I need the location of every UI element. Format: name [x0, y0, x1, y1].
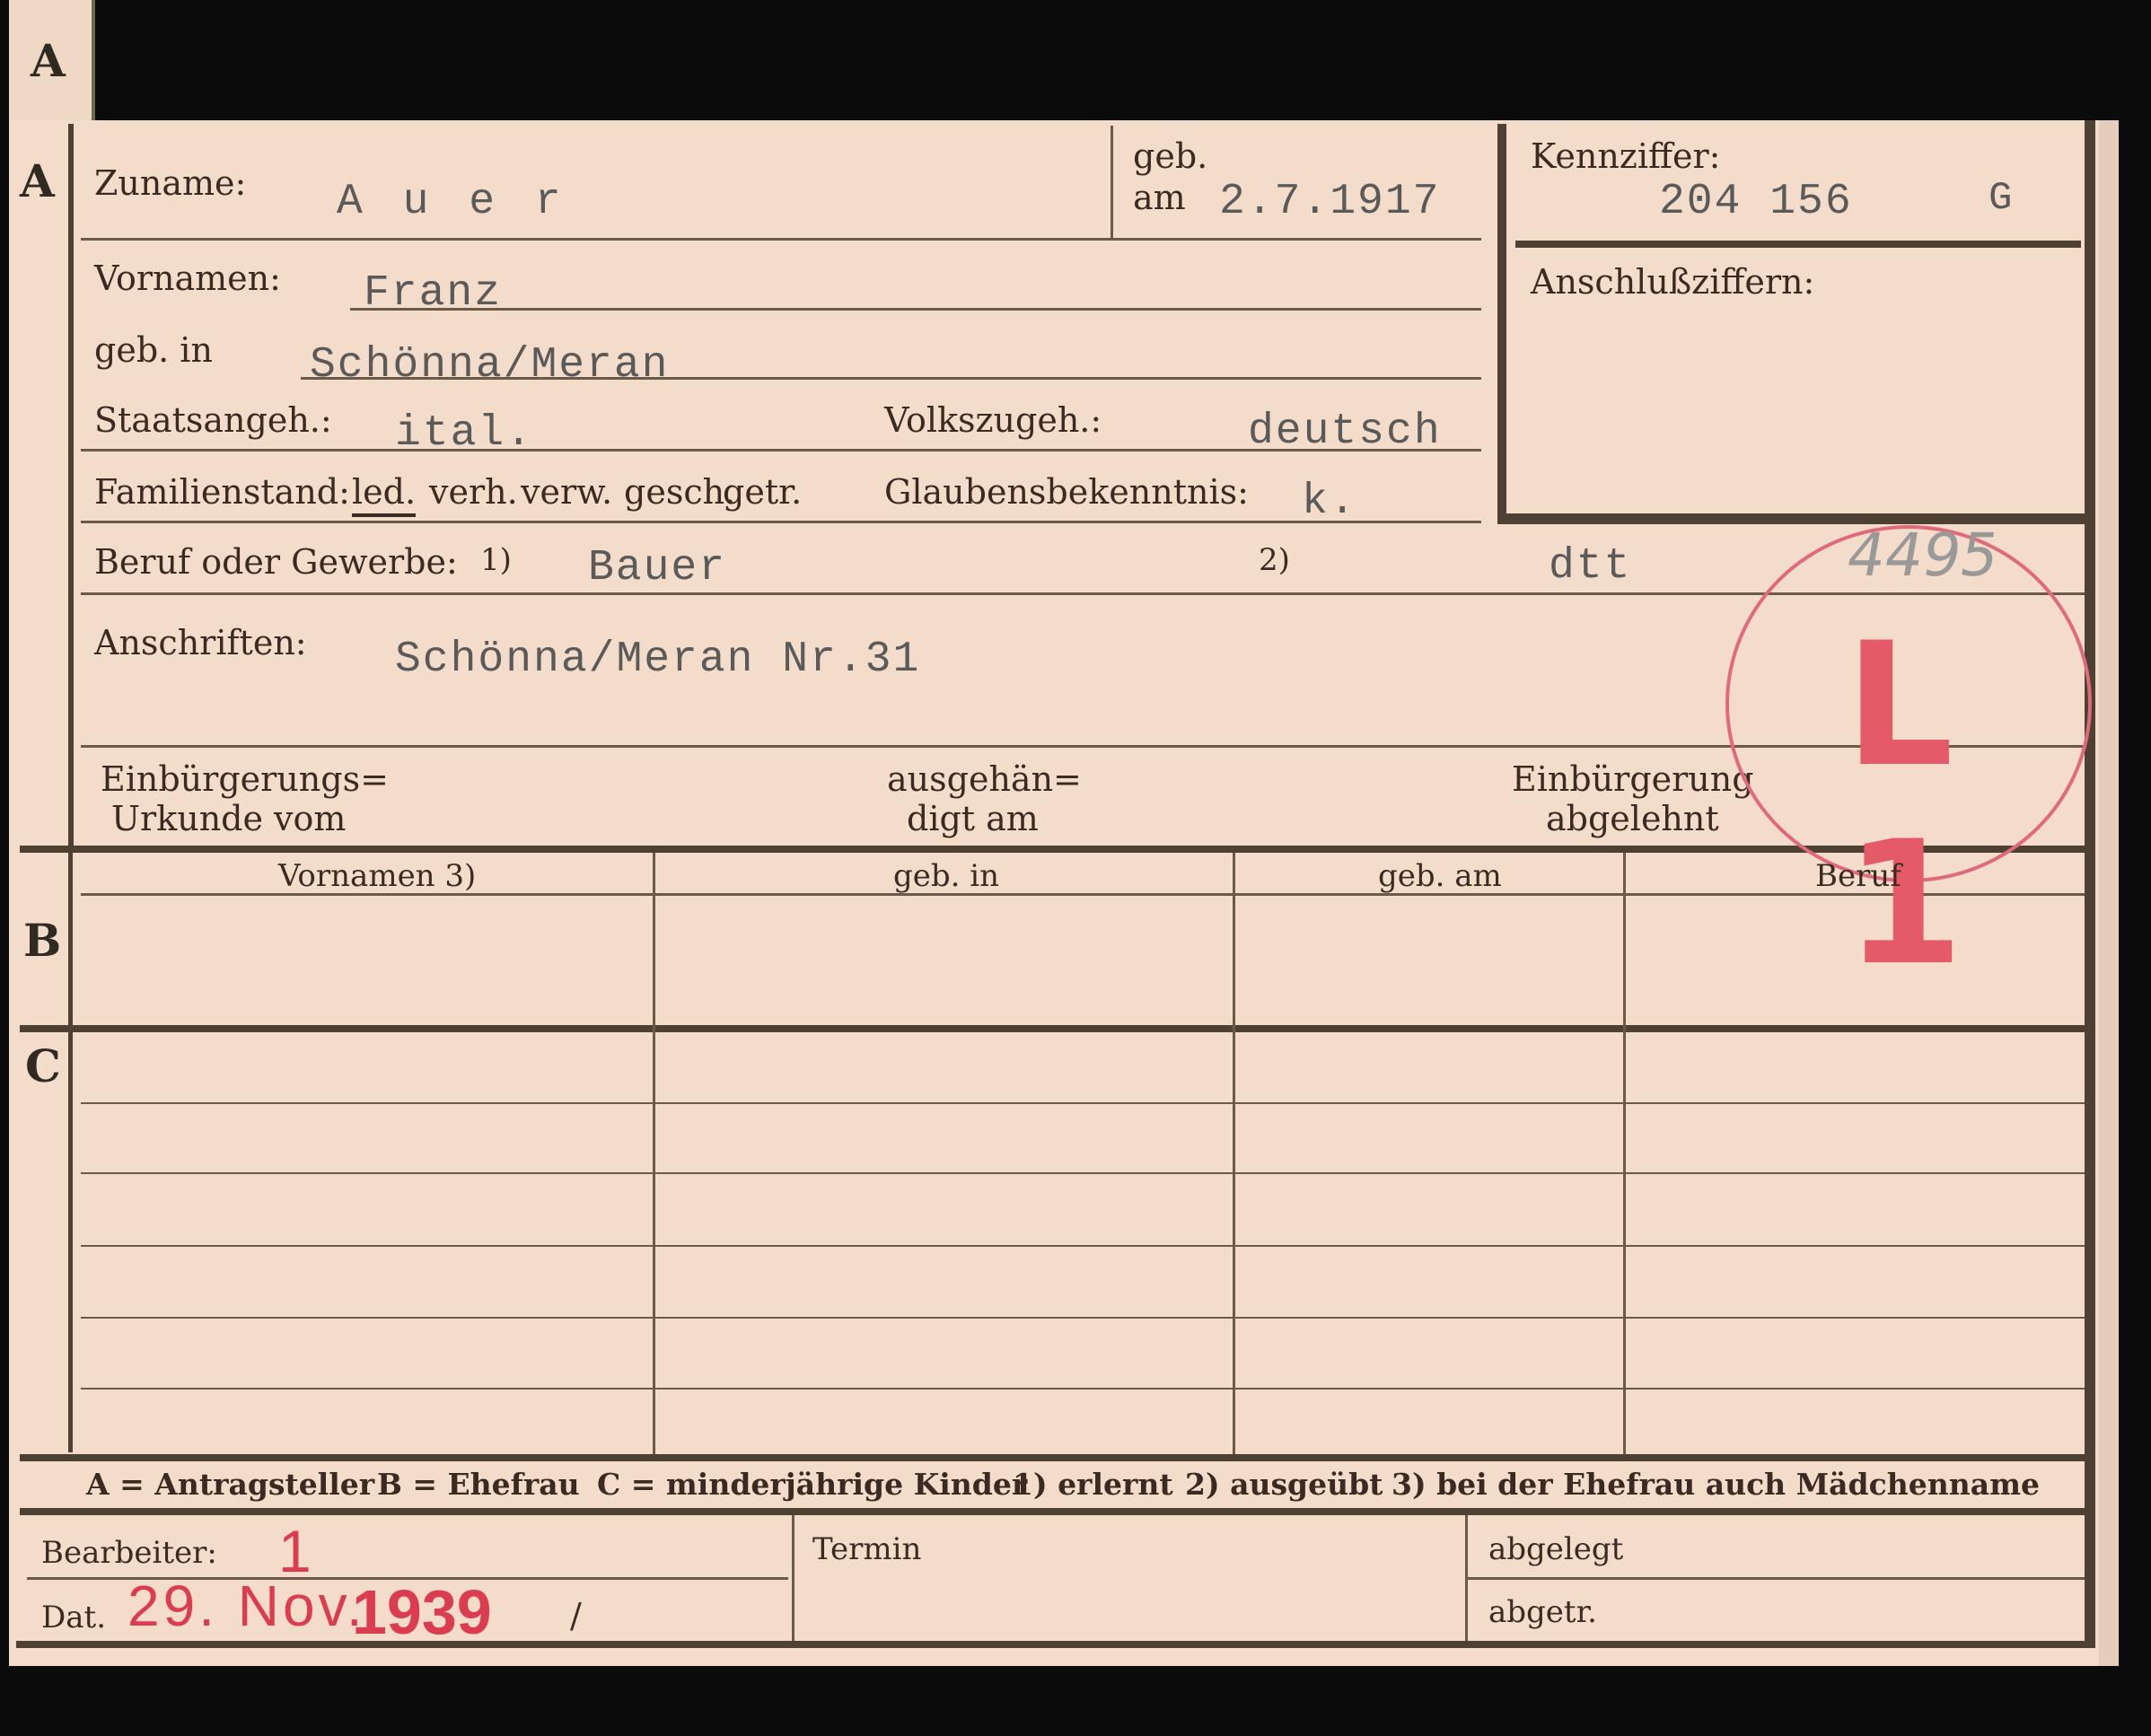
pencil-number: 4495 [1841, 521, 2005, 590]
date-label: Dat. [41, 1600, 107, 1635]
naturalization-refused-label-2: abgelehnt [1546, 799, 1719, 838]
marital-option-single: led. [352, 472, 417, 517]
address-label: Anschriften: [94, 623, 307, 662]
profession-note-1: 1) [480, 542, 512, 578]
section-letter-c: C [25, 1039, 61, 1092]
citizenship-value: ital. [395, 409, 534, 458]
naturalization-certificate-label-2: Urkunde vom [111, 799, 347, 838]
ethnicity-label: Volkszugeh.: [884, 400, 1102, 440]
section-letter-b: B [23, 914, 62, 967]
first-names-label: Vornamen: [94, 259, 281, 298]
deadline-label: Termin [812, 1531, 922, 1567]
id-value: 204 156 [1659, 178, 1853, 226]
date-stamp-year: 1939 [352, 1577, 492, 1647]
profession-label: Beruf oder Gewerbe: [94, 542, 458, 582]
legend-note-3: 3) bei der Ehefrau auch Mädchenname [1392, 1467, 2040, 1502]
marital-option-separated: getr. [723, 472, 803, 512]
index-tab: A [9, 0, 95, 126]
filed-label: abgelegt [1488, 1531, 1624, 1567]
profession-value: Bauer [588, 544, 727, 592]
legend-b: B = Ehefrau [377, 1467, 580, 1502]
marital-option-divorced: gesch. [624, 472, 736, 512]
stamp-code: L 1 [1845, 606, 1973, 1003]
surname-value: A u e r [337, 178, 568, 226]
col-header-birthdate: geb. am [1378, 858, 1502, 894]
marital-option-married: verh. [429, 472, 518, 512]
col-header-first-names: Vornamen 3) [278, 858, 477, 894]
born-on-value: 2.7.1917 [1219, 178, 1441, 226]
link-numbers-label: Anschlußziffern: [1531, 262, 1815, 302]
marital-option-widowed: verw. [521, 472, 613, 512]
birthplace-value: Schönna/Meran [310, 341, 670, 390]
birthplace-label: geb. in [94, 330, 213, 370]
religion-value: k. [1302, 478, 1357, 526]
naturalization-certificate-label-1: Einbürgerungs= [101, 759, 389, 799]
legend-note-2: 2) ausgeübt [1185, 1467, 1383, 1502]
profession-note-2: 2) [1259, 542, 1290, 578]
separated-label: abgetr. [1488, 1594, 1597, 1630]
religion-label: Glaubensbekenntnis: [884, 472, 1249, 512]
date-slash: / [570, 1596, 582, 1635]
col-header-birthplace: geb. in [893, 858, 1000, 894]
handed-out-label-2: digt am [907, 799, 1039, 838]
legend-c: C = minderjährige Kinder [597, 1467, 1028, 1502]
date-stamp-day: 29. Nov. [127, 1574, 366, 1638]
processor-label: Bearbeiter: [41, 1535, 217, 1571]
col-header-profession: Beruf [1815, 858, 1901, 894]
handed-out-label-1: ausgehän= [887, 759, 1082, 799]
born-on-label-2: am [1133, 178, 1186, 217]
surname-label: Zuname: [94, 163, 247, 203]
citizenship-label: Staatsangeh.: [94, 400, 332, 440]
ethnicity-value: deutsch [1248, 408, 1442, 456]
legend-note-1: 1) erlernt [1013, 1467, 1173, 1502]
born-on-label-1: geb. [1133, 136, 1208, 176]
legend-a: A = Antragsteller [86, 1467, 375, 1502]
marital-label: Familienstand: [94, 472, 350, 512]
address-value: Schönna/Meran Nr.31 [395, 636, 921, 684]
tab-letter: A [31, 34, 66, 87]
section-letter-a: A [20, 154, 55, 207]
naturalization-refused-label-1: Einbürgerung [1512, 759, 1754, 799]
profession-value-2: dtt [1549, 542, 1632, 591]
id-label: Kennziffer: [1531, 136, 1721, 176]
id-suffix: G [1989, 176, 2015, 221]
first-names-value: Franz [364, 269, 503, 318]
